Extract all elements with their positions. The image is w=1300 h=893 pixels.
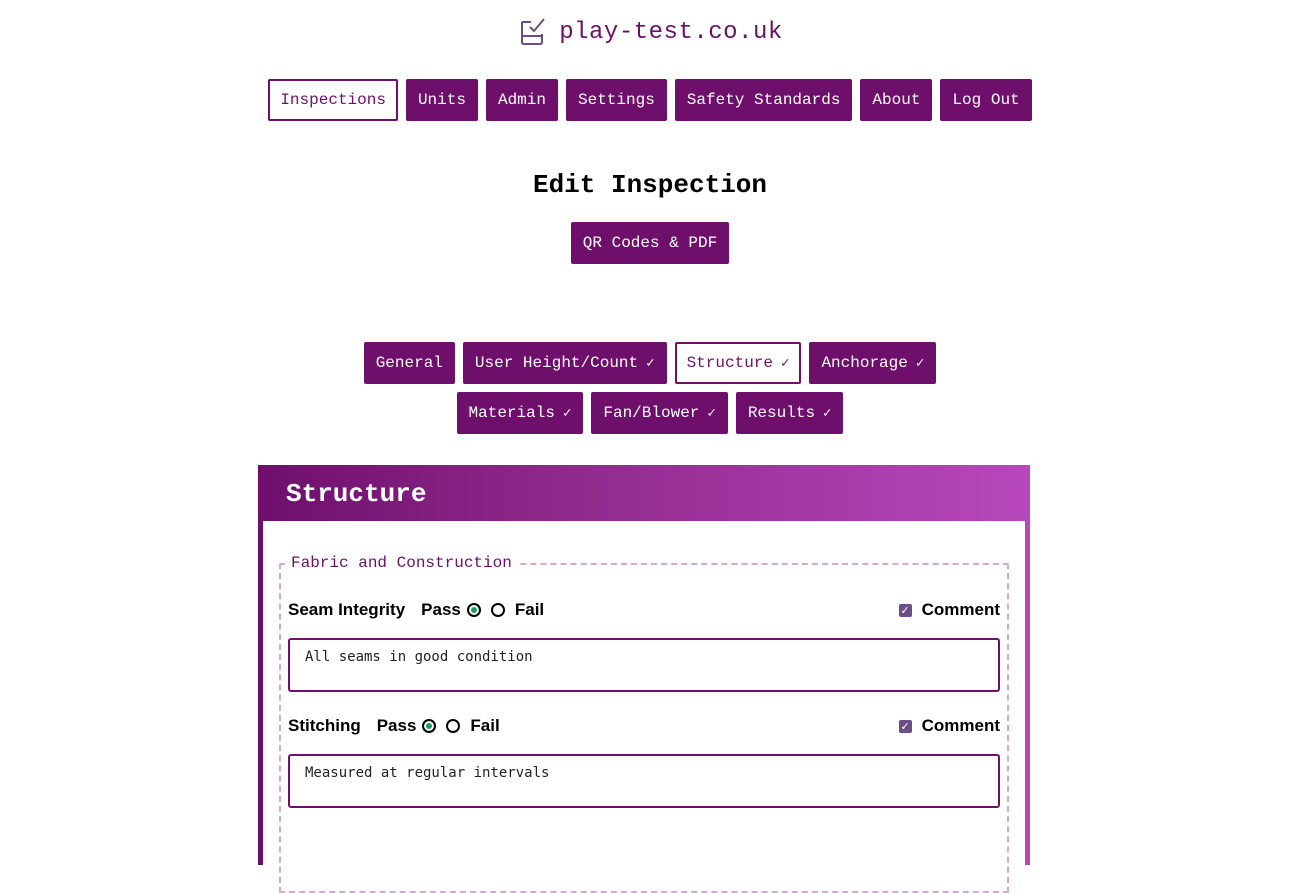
tab-label: General	[375, 354, 443, 372]
tab-general[interactable]: General	[363, 342, 455, 384]
nav-units[interactable]: Units	[405, 79, 478, 121]
pass-label: Pass	[376, 716, 417, 735]
page-title: Edit Inspection	[532, 170, 768, 200]
pass-label: Pass	[421, 600, 461, 619]
question-label: Stitching	[288, 716, 361, 735]
nav-safety-standards[interactable]: Safety Standards	[674, 79, 853, 121]
fieldset-legend: Fabric and Construction	[287, 554, 516, 572]
pass-radio[interactable]	[422, 719, 437, 733]
fail-radio[interactable]	[446, 719, 461, 733]
tab-user-height-count[interactable]: User Height/Count ✓	[462, 342, 667, 384]
tab-label: Fan/Blower	[603, 404, 700, 422]
comment-checkbox[interactable]: ✓	[898, 603, 912, 617]
comment-label: Comment	[921, 716, 1000, 735]
tab-structure[interactable]: Structure ✓	[674, 342, 802, 384]
qr-codes-pdf-button[interactable]: QR Codes & PDF	[570, 222, 730, 264]
tab-label: Materials	[468, 404, 555, 422]
card-body: Fabric and Construction Seam Integrity P…	[263, 521, 1025, 893]
tab-label: Structure	[686, 354, 773, 372]
comment-label: Comment	[921, 600, 1000, 619]
structure-card: Structure Fabric and Construction Seam I…	[258, 465, 1030, 893]
checkmark-icon: ✓	[915, 355, 925, 372]
tab-label: Anchorage	[821, 354, 908, 372]
inspection-tabs: General User Height/Count ✓ Structure ✓ An…	[300, 342, 1000, 434]
fail-label: Fail	[514, 600, 545, 619]
checkmark-icon: ✓	[781, 355, 790, 372]
checkmark-icon: ✓	[646, 355, 655, 372]
clipboard-check-icon[interactable]	[517, 14, 547, 51]
pass-radio[interactable]	[466, 603, 481, 617]
seam-integrity-row: Seam Integrity Pass Fail ✓ Comment	[288, 600, 1000, 620]
tab-label: User Height/Count	[474, 354, 639, 372]
nav-settings[interactable]: Settings	[565, 79, 667, 121]
main-nav: Inspections Units Admin Settings Safety …	[0, 79, 1300, 121]
fail-radio[interactable]	[490, 603, 505, 617]
question-label: Seam Integrity	[288, 600, 406, 619]
stitching-comment[interactable]: Measured at regular intervals	[288, 754, 1000, 808]
stitching-row: Stitching Pass Fail ✓ Comment	[288, 716, 1000, 736]
nav-admin[interactable]: Admin	[485, 79, 558, 121]
comment-checkbox[interactable]: ✓	[898, 719, 912, 733]
checkmark-icon: ✓	[707, 405, 716, 422]
site-header: play-test.co.uk	[0, 14, 1300, 51]
tab-anchorage[interactable]: Anchorage ✓	[809, 342, 937, 384]
tab-materials[interactable]: Materials ✓	[456, 392, 584, 434]
nav-log-out[interactable]: Log Out	[940, 79, 1032, 121]
fail-label: Fail	[470, 716, 500, 735]
seam-integrity-comment[interactable]: All seams in good condition	[288, 638, 1000, 692]
checkmark-icon: ✓	[562, 405, 572, 422]
tab-results[interactable]: Results ✓	[735, 392, 844, 434]
site-name[interactable]: play-test.co.uk	[559, 19, 783, 46]
nav-inspections[interactable]: Inspections	[268, 79, 398, 121]
nav-about[interactable]: About	[860, 79, 933, 121]
checkmark-icon: ✓	[823, 405, 832, 422]
tab-label: Results	[747, 404, 816, 422]
section-title: Structure	[286, 479, 427, 509]
tab-fan-blower[interactable]: Fan/Blower ✓	[591, 392, 728, 434]
